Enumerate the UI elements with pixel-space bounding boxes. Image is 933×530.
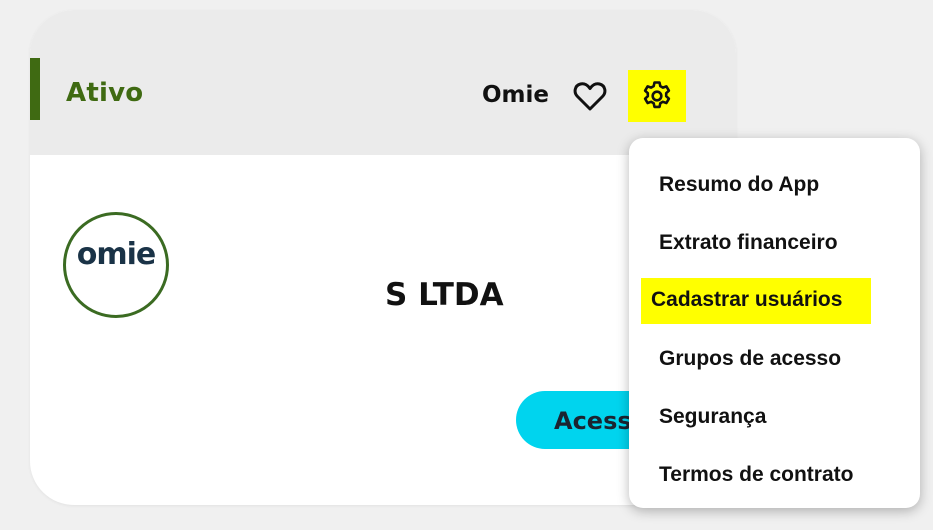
status-label: Ativo xyxy=(66,78,144,108)
menu-item-label: Termos de contrato xyxy=(659,463,854,486)
menu-item-resumo-do-app[interactable]: Resumo do App xyxy=(629,166,920,206)
menu-item-label: Grupos de acesso xyxy=(659,347,842,370)
menu-item-label: Segurança xyxy=(659,405,767,428)
menu-item-label: Resumo do App xyxy=(659,173,820,196)
decorative-dot xyxy=(596,232,612,248)
menu-item-cadastrar-usuarios[interactable]: Cadastrar usuários xyxy=(629,282,920,322)
menu-item-seguranca[interactable]: Segurança xyxy=(629,398,920,438)
card-header: Ativo Omie xyxy=(30,10,736,155)
company-name: S LTDA xyxy=(385,277,504,313)
status-indicator-bar xyxy=(30,58,40,120)
settings-button[interactable] xyxy=(628,70,686,122)
menu-item-termos-de-contrato[interactable]: Termos de contrato xyxy=(629,456,920,496)
gear-icon xyxy=(643,81,671,109)
vendor-name: Omie xyxy=(482,82,550,108)
heart-icon[interactable] xyxy=(573,80,607,112)
logo-text: omie xyxy=(76,236,156,272)
access-button-label: Acess xyxy=(554,407,632,435)
menu-item-label: Cadastrar usuários xyxy=(645,282,868,320)
menu-item-label: Extrato financeiro xyxy=(659,231,838,254)
menu-item-extrato-financeiro[interactable]: Extrato financeiro xyxy=(629,224,920,264)
menu-item-grupos-de-acesso[interactable]: Grupos de acesso xyxy=(629,340,920,380)
settings-dropdown-menu: Resumo do App Extrato financeiro Cadastr… xyxy=(629,138,920,508)
omie-logo: omie xyxy=(63,212,169,318)
